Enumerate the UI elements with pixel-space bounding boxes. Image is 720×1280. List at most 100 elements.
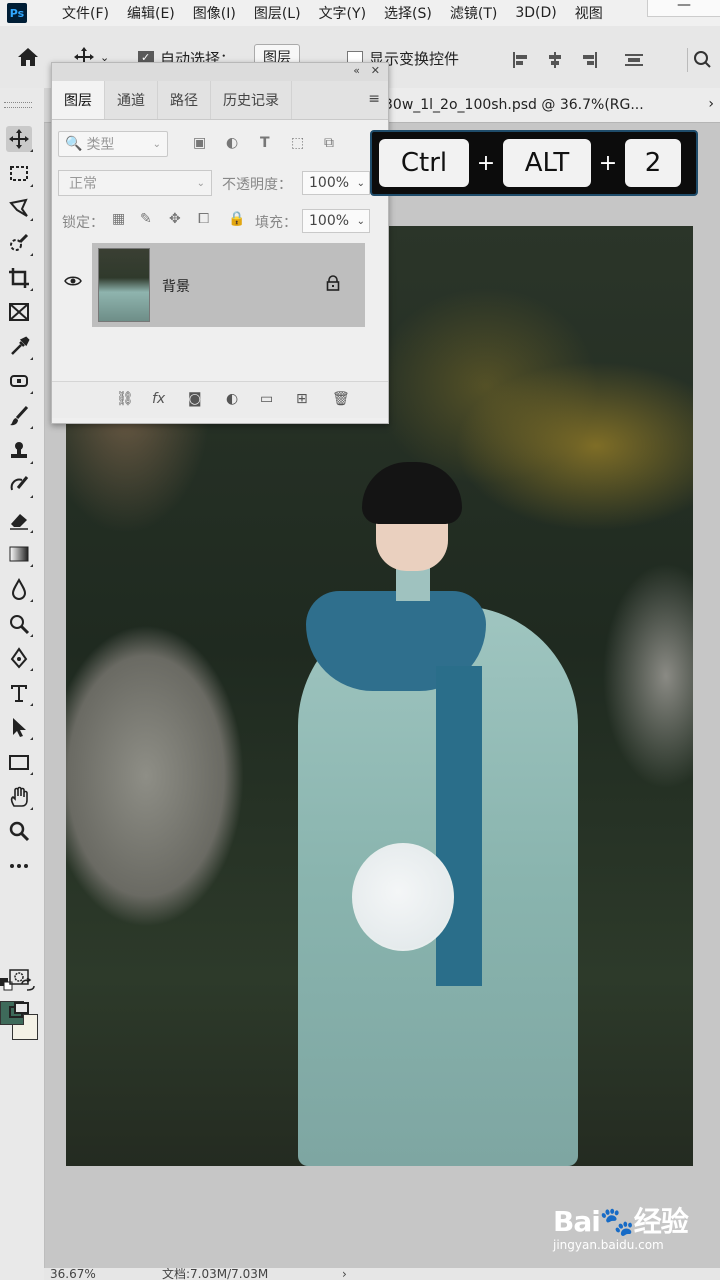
zoom-tool[interactable]: [6, 818, 32, 844]
layer-filter-dropdown[interactable]: 🔍 类型 ⌄: [58, 131, 168, 157]
plus-sign: +: [598, 150, 618, 176]
filter-pixel-icon[interactable]: ▣: [193, 135, 206, 151]
quick-selection-tool[interactable]: [6, 230, 33, 256]
fill-input[interactable]: 100% ⌄: [302, 209, 370, 233]
opacity-label: 不透明度：: [222, 177, 292, 193]
layers-panel: « ✕ 图层 通道 路径 历史记录 ≡ 🔍 类型 ⌄ ▣ ◐ T ⬚ ⧉ 正常 …: [51, 62, 389, 424]
move-tool[interactable]: [6, 126, 33, 152]
search-icon: 🔍: [65, 136, 83, 152]
panel-title-bar[interactable]: « ✕: [52, 63, 388, 81]
crop-tool[interactable]: [6, 265, 33, 291]
frame-tool[interactable]: [6, 299, 32, 325]
marquee-tool[interactable]: [6, 161, 33, 187]
document-tab[interactable]: 30w_1l_2o_100sh.psd @ 36.7%(RG...: [374, 88, 720, 122]
search-icon[interactable]: [687, 48, 715, 72]
collapse-panel-icon[interactable]: «: [353, 64, 360, 77]
add-mask-icon[interactable]: ◙: [188, 391, 202, 407]
gradient-tool[interactable]: [6, 541, 33, 567]
menu-view[interactable]: 视图: [566, 3, 612, 23]
edit-toolbar-tool[interactable]: [6, 853, 32, 879]
filter-shape-icon[interactable]: ⬚: [291, 135, 304, 151]
filter-type-icon[interactable]: T: [260, 135, 270, 151]
marquee-icon: [10, 166, 28, 181]
brush-tool[interactable]: [6, 403, 33, 429]
panel-menu-icon[interactable]: ≡: [368, 91, 380, 107]
screen-mode-tool[interactable]: [6, 998, 32, 1024]
chevron-down-icon: ⌄: [152, 138, 161, 150]
toolbar-grip[interactable]: [4, 102, 32, 108]
blend-mode-dropdown[interactable]: 正常 ⌄: [58, 170, 212, 196]
chevron-down-icon: ⌄: [356, 215, 365, 227]
quick-mask-icon: [9, 969, 29, 985]
menu-filter[interactable]: 滤镜(T): [441, 3, 506, 23]
eraser-tool[interactable]: [6, 507, 33, 533]
type-tool[interactable]: [6, 680, 33, 706]
eraser-icon: [10, 514, 28, 530]
align-right-icon[interactable]: [580, 52, 598, 68]
key-alt: ALT: [503, 139, 591, 187]
tab-channels[interactable]: 通道: [105, 81, 158, 119]
lock-all-icon[interactable]: 🔒: [228, 211, 245, 227]
tab-overflow-arrow-icon[interactable]: ›: [708, 96, 714, 112]
delete-layer-icon[interactable]: 🗑: [332, 391, 350, 407]
tab-paths[interactable]: 路径: [158, 81, 211, 119]
hand-tool[interactable]: [6, 784, 33, 810]
close-panel-icon[interactable]: ✕: [371, 64, 380, 77]
dodge-icon: [10, 615, 30, 635]
menu-layer[interactable]: 图层(L): [245, 3, 310, 23]
rectangle-tool[interactable]: [6, 749, 33, 775]
menu-edit[interactable]: 编辑(E): [118, 3, 184, 23]
tab-layers[interactable]: 图层: [52, 81, 105, 119]
healing-brush-tool[interactable]: [6, 368, 33, 394]
layer-visibility-eye-icon[interactable]: [64, 275, 82, 291]
pen-tool[interactable]: [6, 645, 33, 671]
clone-stamp-tool[interactable]: [6, 438, 33, 464]
path-selection-icon: [13, 718, 26, 737]
history-brush-tool[interactable]: [6, 472, 33, 498]
zoom-level[interactable]: 36.67%: [50, 1268, 96, 1280]
plus-sign: +: [476, 150, 496, 176]
link-layers-icon[interactable]: ⛓: [116, 391, 134, 407]
minimize-button[interactable]: —: [647, 0, 720, 17]
dodge-tool[interactable]: [6, 611, 33, 637]
blur-tool[interactable]: [6, 576, 33, 602]
adjustment-layer-icon[interactable]: ◐: [226, 391, 238, 407]
lock-transparent-icon[interactable]: ▦: [112, 211, 125, 227]
shortcut-overlay: Ctrl + ALT + 2: [370, 130, 698, 196]
figure-inner-garment: [436, 666, 482, 986]
lock-position-icon[interactable]: ✥: [169, 211, 181, 227]
menu-select[interactable]: 选择(S): [375, 3, 441, 23]
menu-file[interactable]: 文件(F): [53, 3, 118, 23]
menu-image[interactable]: 图像(I): [184, 3, 245, 23]
eyedropper-tool[interactable]: [6, 334, 33, 360]
quick-selection-icon: [10, 233, 29, 251]
new-layer-icon[interactable]: ⊞: [296, 391, 308, 407]
layer-row-background[interactable]: 背景: [92, 243, 365, 327]
distribute-icon[interactable]: [625, 52, 643, 68]
filter-smart-object-icon[interactable]: ⧉: [324, 135, 334, 151]
status-menu-arrow-icon[interactable]: ›: [342, 1268, 347, 1280]
move-icon: [9, 129, 29, 149]
lock-artboard-icon[interactable]: ⧠: [198, 211, 209, 227]
align-left-icon[interactable]: [512, 52, 530, 68]
layer-lock-icon[interactable]: [326, 275, 340, 295]
lasso-tool[interactable]: [6, 195, 33, 221]
key-2: 2: [625, 139, 681, 187]
opacity-input[interactable]: 100% ⌄: [302, 171, 370, 195]
lock-image-icon[interactable]: ✎: [140, 211, 152, 227]
panel-tabs: 图层 通道 路径 历史记录 ≡: [52, 81, 388, 120]
healing-brush-icon: [10, 375, 28, 387]
home-icon[interactable]: [16, 46, 40, 68]
align-center-icon[interactable]: [546, 52, 564, 68]
menu-3d[interactable]: 3D(D): [506, 5, 565, 21]
eyedropper-icon: [11, 336, 30, 355]
tab-history[interactable]: 历史记录: [211, 81, 292, 119]
new-group-icon[interactable]: ▭: [260, 391, 273, 407]
history-brush-icon: [10, 476, 29, 491]
menu-type[interactable]: 文字(Y): [310, 3, 375, 23]
path-selection-tool[interactable]: [6, 714, 33, 740]
fx-icon[interactable]: fx: [152, 391, 165, 407]
chevron-down-icon: ⌄: [356, 177, 365, 189]
filter-adjustment-icon[interactable]: ◐: [226, 135, 238, 151]
quick-mask-tool[interactable]: [6, 964, 32, 990]
